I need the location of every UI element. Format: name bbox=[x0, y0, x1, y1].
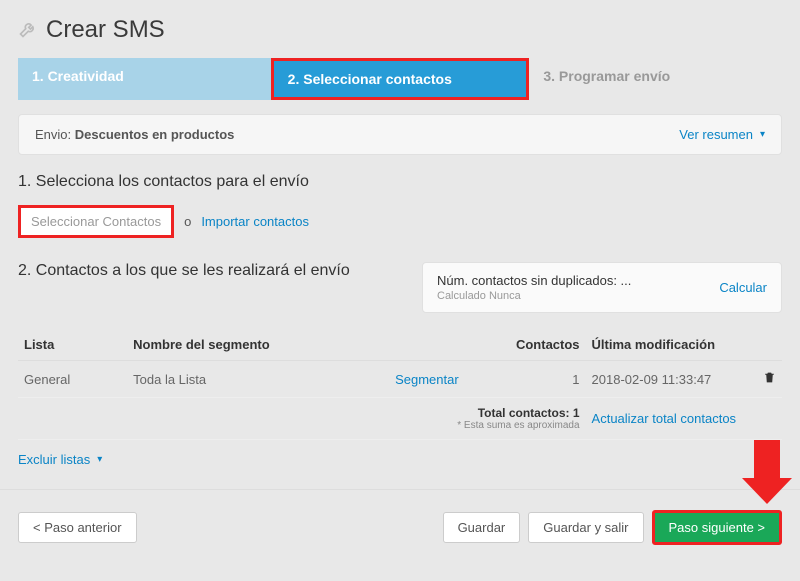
paso-anterior-button[interactable]: < Paso anterior bbox=[18, 512, 137, 543]
col-lista-header: Lista bbox=[18, 329, 127, 361]
contacts-table: Lista Nombre del segmento Contactos Últi… bbox=[18, 329, 782, 440]
guardar-button[interactable]: Guardar bbox=[443, 512, 521, 543]
total-contactos-cell: Total contactos: 1 * Esta suma es aproxi… bbox=[18, 398, 586, 440]
guardar-salir-button[interactable]: Guardar y salir bbox=[528, 512, 643, 543]
envio-panel: Envio: Descuentos en productos Ver resum… bbox=[18, 114, 782, 155]
actualizar-total-link[interactable]: Actualizar total contactos bbox=[592, 411, 737, 426]
step-creatividad[interactable]: 1. Creatividad bbox=[18, 58, 271, 100]
importar-contactos-link[interactable]: Importar contactos bbox=[201, 214, 309, 229]
section2-title: 2. Contactos a los que se les realizará … bbox=[18, 262, 350, 280]
col-nombre-header: Nombre del segmento bbox=[127, 329, 389, 361]
table-row: General Toda la Lista Segmentar 1 2018-0… bbox=[18, 361, 782, 398]
duplicates-calc-box: Núm. contactos sin duplicados: ... Calcu… bbox=[422, 262, 782, 313]
col-modificacion-header: Última modificación bbox=[586, 329, 750, 361]
row-lista: General bbox=[18, 361, 127, 398]
calc-sub: Calculado Nunca bbox=[437, 290, 631, 302]
col-contactos-header: Contactos bbox=[498, 329, 585, 361]
row-contactos: 1 bbox=[498, 361, 585, 398]
trash-icon[interactable] bbox=[763, 372, 776, 387]
segmentar-link[interactable]: Segmentar bbox=[395, 372, 459, 387]
calcular-link[interactable]: Calcular bbox=[719, 280, 767, 295]
wizard-steps: 1. Creatividad 2. Seleccionar contactos … bbox=[18, 58, 782, 100]
excluir-listas-link[interactable]: Excluir listas bbox=[18, 452, 102, 467]
paso-siguiente-button[interactable]: Paso siguiente > bbox=[652, 510, 782, 545]
wrench-icon bbox=[18, 19, 38, 42]
or-separator: o bbox=[184, 214, 191, 229]
section1-title: 1. Selecciona los contactos para el enví… bbox=[18, 173, 782, 191]
step-programar-envio[interactable]: 3. Programar envío bbox=[529, 58, 782, 100]
row-fecha: 2018-02-09 11:33:47 bbox=[586, 361, 750, 398]
row-nombre: Toda la Lista bbox=[127, 361, 389, 398]
calc-label: Núm. contactos sin duplicados: ... bbox=[437, 273, 631, 288]
page-title: Crear SMS bbox=[18, 16, 782, 44]
seleccionar-contactos-button[interactable]: Seleccionar Contactos bbox=[18, 205, 174, 238]
envio-label: Envio: Descuentos en productos bbox=[35, 127, 234, 142]
ver-resumen-link[interactable]: Ver resumen bbox=[679, 127, 765, 142]
step-seleccionar-contactos[interactable]: 2. Seleccionar contactos bbox=[271, 58, 530, 100]
page-title-text: Crear SMS bbox=[46, 16, 165, 44]
footer: < Paso anterior Guardar Guardar y salir … bbox=[0, 489, 800, 565]
